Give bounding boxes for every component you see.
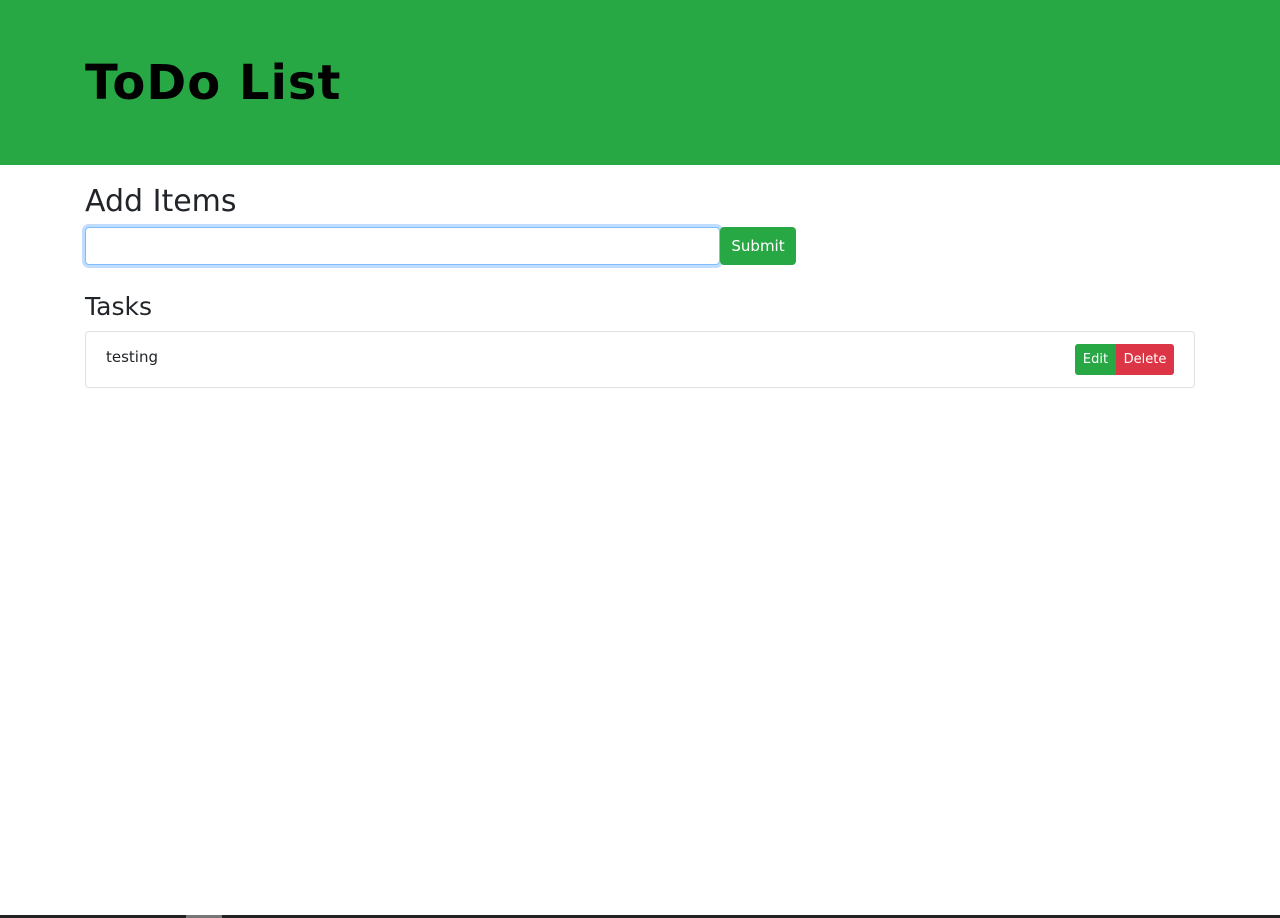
add-items-heading: Add Items [85, 184, 237, 219]
submit-button[interactable]: Submit [720, 227, 796, 265]
page-header: ToDo List [0, 0, 1280, 165]
delete-button[interactable]: Delete [1116, 344, 1174, 375]
task-item: testing Edit Delete [85, 331, 1195, 388]
edit-button[interactable]: Edit [1075, 344, 1116, 375]
page-title: ToDo List [85, 55, 342, 111]
new-item-input[interactable] [85, 227, 720, 265]
tasks-heading: Tasks [85, 292, 152, 321]
task-text: testing [106, 348, 159, 366]
